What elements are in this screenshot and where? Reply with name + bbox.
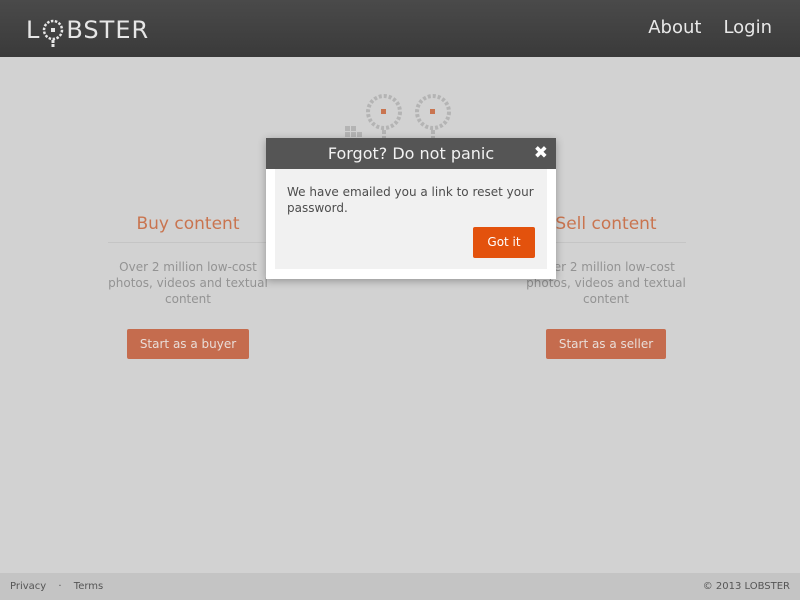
modal-overlay[interactable]	[0, 57, 800, 573]
main-nav: About Login	[648, 17, 772, 38]
footer-separator: ·	[58, 581, 62, 592]
modal-header: Forgot? Do not panic ✖	[266, 138, 556, 169]
footer-privacy-link[interactable]: Privacy	[10, 581, 46, 592]
footer-terms-link[interactable]: Terms	[74, 581, 103, 592]
modal-title: Forgot? Do not panic	[327, 144, 495, 163]
logo-letter-l: L	[26, 16, 41, 44]
close-icon[interactable]: ✖	[534, 138, 548, 169]
forgot-password-modal: Forgot? Do not panic ✖ We have emailed y…	[266, 138, 556, 279]
logo[interactable]: L BSTER	[26, 15, 150, 47]
nav-login-link[interactable]: Login	[723, 17, 772, 38]
lobster-eye-icon	[42, 19, 64, 47]
modal-message: We have emailed you a link to reset your…	[287, 185, 534, 215]
footer-copyright: © 2013 LOBSTER	[702, 581, 790, 592]
modal-body: We have emailed you a link to reset your…	[275, 169, 547, 269]
logo-text: BSTER	[66, 16, 150, 44]
top-bar: L BSTER About Login	[0, 0, 800, 57]
got-it-button[interactable]: Got it	[473, 227, 535, 258]
nav-about-link[interactable]: About	[648, 17, 701, 38]
footer: Privacy · Terms © 2013 LOBSTER	[0, 573, 800, 600]
